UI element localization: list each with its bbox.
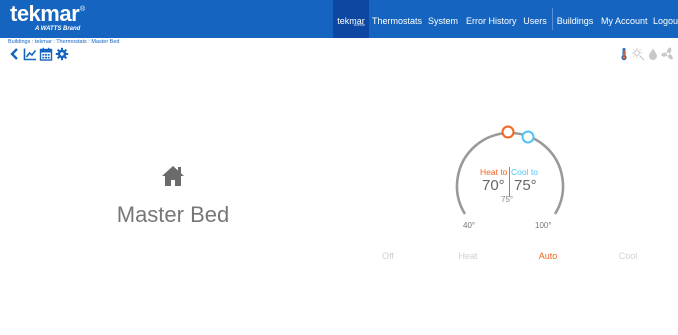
back-icon[interactable] bbox=[8, 47, 22, 61]
breadcrumb[interactable]: Buildings : tekmar : Thermostats : Maste… bbox=[8, 39, 119, 45]
zone-name: Master Bed bbox=[116, 202, 230, 227]
nav-item-label: Error History bbox=[466, 16, 517, 26]
sun-icon bbox=[631, 47, 645, 61]
cool-setpoint-value[interactable]: 75° bbox=[514, 177, 537, 194]
nav-item-label: Thermostats bbox=[372, 16, 423, 26]
nav-item-users[interactable]: Users bbox=[522, 0, 548, 38]
nav-item-label: My Account bbox=[601, 16, 648, 26]
nav-item-my-account[interactable]: My Account bbox=[601, 0, 648, 38]
nav-item-system[interactable]: System bbox=[428, 0, 458, 38]
dial-max-label: 100° bbox=[535, 221, 552, 230]
heat-to-label: Heat to bbox=[480, 167, 508, 177]
nav-divider bbox=[552, 8, 553, 30]
nav-item-label: Users bbox=[523, 16, 547, 26]
nav-item-label: Buildings bbox=[556, 16, 594, 26]
nav-item-label: System bbox=[428, 16, 459, 26]
dial-min-label: 40° bbox=[463, 221, 476, 230]
drop-icon bbox=[646, 47, 660, 61]
top-nav-bar: tekmar ® A WATTS Brand Admin tekmar Ther… bbox=[0, 0, 678, 38]
nav-item-logout[interactable]: Logout bbox=[653, 0, 678, 38]
chart-icon[interactable] bbox=[23, 47, 37, 61]
thermometer-icon bbox=[617, 47, 631, 61]
dial-divider bbox=[509, 167, 510, 197]
gear-icon[interactable] bbox=[55, 47, 69, 61]
calendar-icon[interactable] bbox=[39, 47, 53, 61]
thermostat-dial[interactable]: Heat to Cool to 70° 75° 75° 40° 100° bbox=[440, 122, 580, 242]
cool-setpoint-handle[interactable] bbox=[521, 130, 535, 144]
cool-to-label: Cool to bbox=[511, 167, 538, 177]
mode-off[interactable]: Off bbox=[358, 251, 418, 261]
brand-name: tekmar bbox=[10, 1, 80, 26]
fan-icon bbox=[661, 47, 675, 61]
current-temperature: 75° bbox=[501, 195, 514, 204]
brand-subtitle: A WATTS Brand bbox=[35, 26, 81, 32]
brand-logo[interactable]: tekmar ® A WATTS Brand bbox=[10, 1, 130, 36]
nav-admin-label: Admin bbox=[353, 22, 365, 27]
nav-item-buildings[interactable]: Buildings bbox=[556, 0, 594, 38]
status-icons bbox=[617, 47, 677, 63]
home-icon bbox=[161, 165, 185, 187]
heat-setpoint-value[interactable]: 70° bbox=[482, 177, 505, 194]
mode-heat[interactable]: Heat bbox=[438, 251, 498, 261]
nav-item-label: Logout bbox=[653, 16, 678, 26]
heat-setpoint-handle[interactable] bbox=[501, 125, 515, 139]
mode-cool[interactable]: Cool bbox=[598, 251, 658, 261]
nav-item-tekmar[interactable]: Admin tekmar bbox=[333, 0, 369, 38]
brand-registered-mark: ® bbox=[80, 6, 86, 13]
nav-item-thermostats[interactable]: Thermostats bbox=[372, 0, 422, 38]
nav-item-error-history[interactable]: Error History bbox=[466, 0, 517, 38]
mode-auto[interactable]: Auto bbox=[518, 251, 578, 261]
